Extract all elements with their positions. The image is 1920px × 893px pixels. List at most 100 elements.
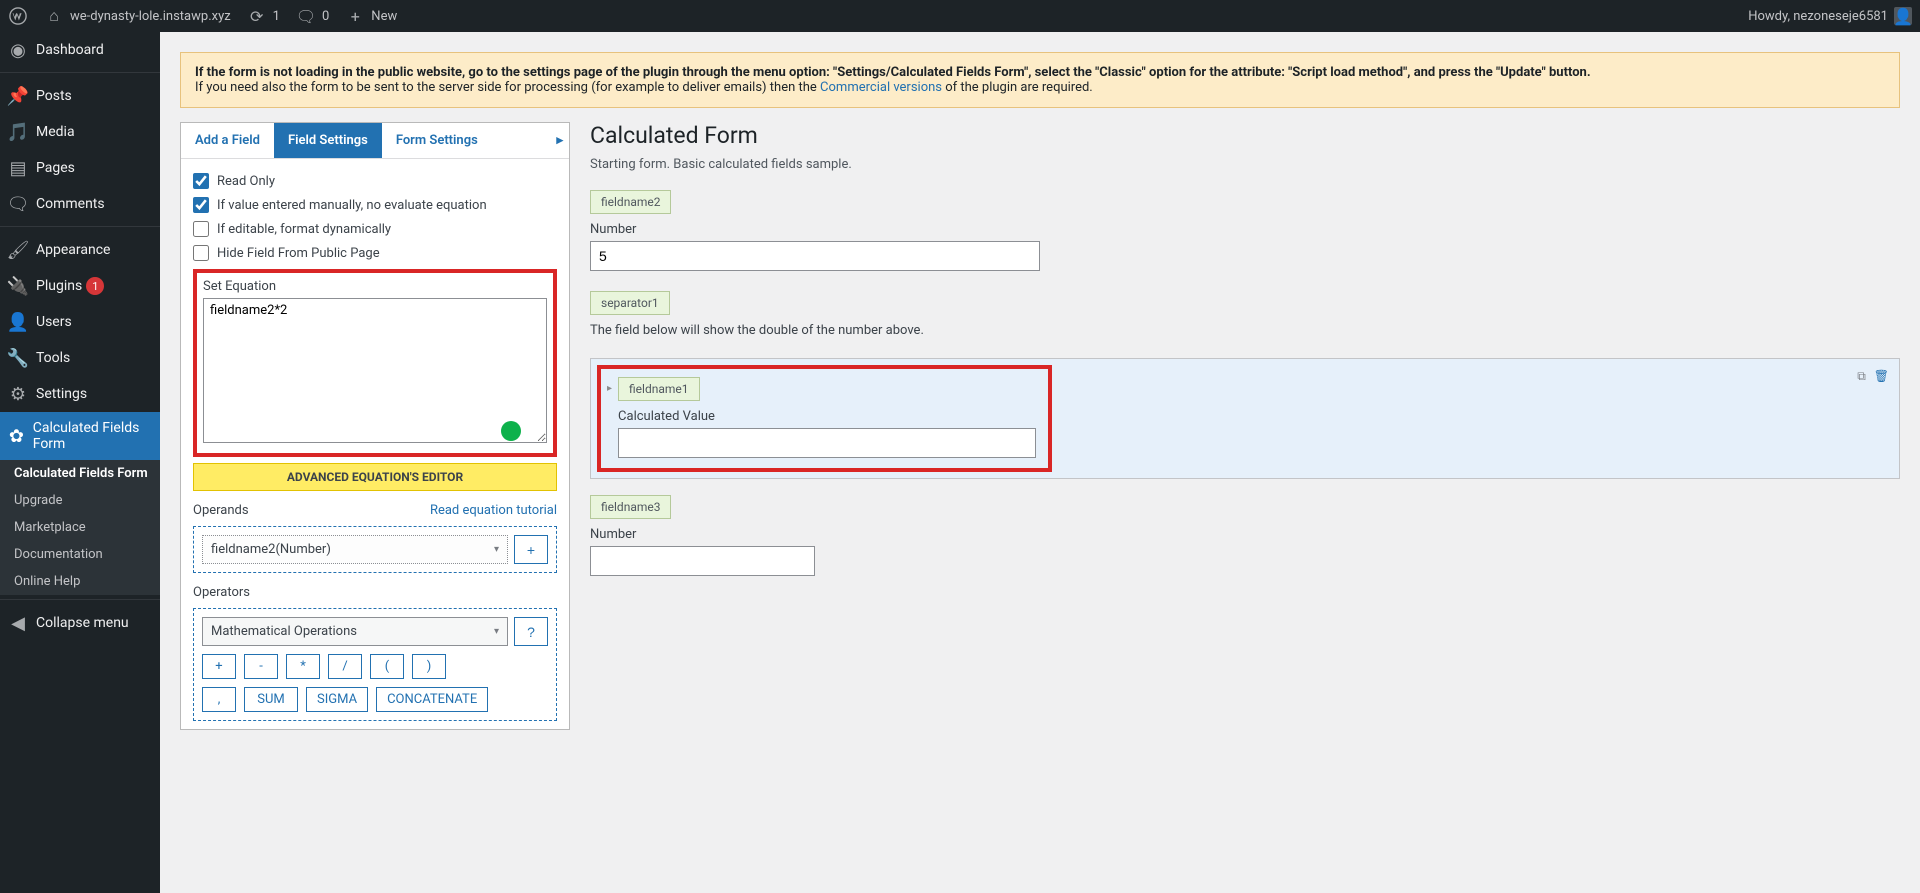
notice-line1: If the form is not loading in the public… <box>195 65 1591 80</box>
notice-line2a: If you need also the form to be sent to … <box>195 80 820 95</box>
menu-appearance[interactable]: 🖌Appearance <box>0 232 160 268</box>
fieldname1-tag: fieldname1 <box>618 377 699 401</box>
field-separator1[interactable]: separator1 The field below will show the… <box>590 291 1900 338</box>
submenu-cff[interactable]: Calculated Fields Form <box>0 460 160 487</box>
op-mult[interactable]: * <box>286 654 320 679</box>
brush-icon: 🖌 <box>8 240 28 260</box>
operators-help-button[interactable]: ? <box>514 617 548 646</box>
editfmt-checkbox[interactable] <box>193 221 209 237</box>
tab-field-settings[interactable]: Field Settings <box>274 123 382 158</box>
op-minus[interactable]: - <box>244 654 278 679</box>
readonly-checkbox[interactable] <box>193 173 209 189</box>
tab-add-field[interactable]: Add a Field <box>181 123 274 158</box>
menu-dashboard[interactable]: ◉Dashboard <box>0 32 160 68</box>
operators-label: Operators <box>193 585 250 600</box>
fieldname2-input[interactable] <box>590 241 1040 271</box>
tab-next-arrow[interactable]: ▸ <box>550 123 569 158</box>
field-fieldname2[interactable]: fieldname2 Number <box>590 190 1900 271</box>
admin-sidebar: ◉Dashboard 📌Posts 🎵Media ▤Pages 🗨Comment… <box>0 32 160 893</box>
op-rparen[interactable]: ) <box>412 654 446 679</box>
home-icon: ⌂ <box>44 6 64 26</box>
cff-submenu: Calculated Fields Form Upgrade Marketpla… <box>0 460 160 595</box>
media-icon: 🎵 <box>8 122 28 142</box>
comment-icon: 🗨 <box>296 6 316 26</box>
record-icon[interactable] <box>501 421 521 441</box>
form-preview: Calculated Form Starting form. Basic cal… <box>590 122 1900 730</box>
notice-box: If the form is not loading in the public… <box>180 52 1900 108</box>
separator1-text: The field below will show the double of … <box>590 323 1900 338</box>
op-div[interactable]: / <box>328 654 362 679</box>
fieldname1-input[interactable] <box>618 428 1036 458</box>
wp-logo[interactable] <box>0 0 36 32</box>
op-sum[interactable]: SUM <box>244 687 298 712</box>
comments-count: 0 <box>322 9 329 24</box>
hide-row[interactable]: Hide Field From Public Page <box>193 241 557 265</box>
menu-posts[interactable]: 📌Posts <box>0 78 160 114</box>
plug-icon: 🔌 <box>8 276 28 296</box>
fieldname3-input[interactable] <box>590 546 815 576</box>
panel-body: Read Only If value entered manually, no … <box>181 159 569 729</box>
duplicate-icon[interactable]: ⧉ <box>1857 369 1866 384</box>
submenu-marketplace[interactable]: Marketplace <box>0 514 160 541</box>
separator <box>0 222 160 227</box>
operators-select[interactable]: Mathematical Operations <box>202 617 508 646</box>
op-comma[interactable]: , <box>202 687 236 712</box>
op-row-1: + - * / ( ) <box>202 654 548 679</box>
menu-pages[interactable]: ▤Pages <box>0 150 160 186</box>
menu-tools[interactable]: 🔧Tools <box>0 340 160 376</box>
content-area: If the form is not loading in the public… <box>160 32 1920 893</box>
menu-users[interactable]: 👤Users <box>0 304 160 340</box>
wordpress-icon <box>8 6 28 26</box>
read-tutorial-link[interactable]: Read equation tutorial <box>430 503 557 518</box>
separator <box>0 68 160 73</box>
submenu-documentation[interactable]: Documentation <box>0 541 160 568</box>
readonly-row[interactable]: Read Only <box>193 169 557 193</box>
op-sigma[interactable]: SIGMA <box>306 687 368 712</box>
commercial-link[interactable]: Commercial versions <box>820 80 942 95</box>
menu-comments[interactable]: 🗨Comments <box>0 186 160 222</box>
equation-textarea[interactable] <box>203 298 547 443</box>
field-fieldname3[interactable]: fieldname3 Number <box>590 495 1900 576</box>
hide-checkbox[interactable] <box>193 245 209 261</box>
tab-form-settings[interactable]: Form Settings <box>382 123 492 158</box>
fieldname3-tag: fieldname3 <box>590 495 671 519</box>
submenu-onlinehelp[interactable]: Online Help <box>0 568 160 595</box>
trash-icon[interactable]: 🗑 <box>1874 369 1889 384</box>
comments-link[interactable]: 🗨 0 <box>288 0 337 32</box>
menu-settings[interactable]: ⚙Settings <box>0 376 160 412</box>
gear-icon: ✿ <box>8 426 25 446</box>
menu-cff[interactable]: ✿Calculated Fields Form <box>0 412 160 460</box>
sliders-icon: ⚙ <box>8 384 28 404</box>
updates-count: 1 <box>273 9 280 24</box>
user-icon: 👤 <box>8 312 28 332</box>
add-operand-button[interactable]: + <box>514 535 548 564</box>
noeval-row[interactable]: If value entered manually, no evaluate e… <box>193 193 557 217</box>
new-label: New <box>371 9 397 24</box>
noeval-checkbox[interactable] <box>193 197 209 213</box>
menu-media[interactable]: 🎵Media <box>0 114 160 150</box>
howdy-link[interactable]: Howdy, nezoneseje6581 👤 <box>1740 0 1920 32</box>
operand-select[interactable]: fieldname2(Number) <box>202 535 508 564</box>
menu-plugins[interactable]: 🔌Plugins1 <box>0 268 160 304</box>
op-lparen[interactable]: ( <box>370 654 404 679</box>
op-plus[interactable]: + <box>202 654 236 679</box>
refresh-icon: ⟳ <box>247 6 267 26</box>
updates-link[interactable]: ⟳ 1 <box>239 0 288 32</box>
op-concat[interactable]: CONCATENATE <box>376 687 488 712</box>
field-fieldname1-selected[interactable]: ▸ fieldname1 Calculated Value <box>597 365 1052 472</box>
editfmt-row[interactable]: If editable, format dynamically <box>193 217 557 241</box>
avatar-icon: 👤 <box>1894 7 1912 25</box>
submenu-upgrade[interactable]: Upgrade <box>0 487 160 514</box>
collapse-menu[interactable]: ◀Collapse menu <box>0 605 160 641</box>
advanced-editor-button[interactable]: ADVANCED EQUATION'S EDITOR <box>193 463 557 491</box>
plugins-badge: 1 <box>86 277 104 295</box>
fieldname3-label: Number <box>590 527 1900 542</box>
wrench-icon: 🔧 <box>8 348 28 368</box>
admin-bar: ⌂ we-dynasty-lole.instawp.xyz ⟳ 1 🗨 0 + … <box>0 0 1920 32</box>
plus-icon: + <box>345 6 365 26</box>
new-link[interactable]: + New <box>337 0 405 32</box>
field-fieldname1-wrap: ▸ fieldname1 Calculated Value ⧉ 🗑 <box>590 358 1900 479</box>
dashboard-icon: ◉ <box>8 40 28 60</box>
operands-box: fieldname2(Number) + <box>193 526 557 573</box>
site-link[interactable]: ⌂ we-dynasty-lole.instawp.xyz <box>36 0 239 32</box>
